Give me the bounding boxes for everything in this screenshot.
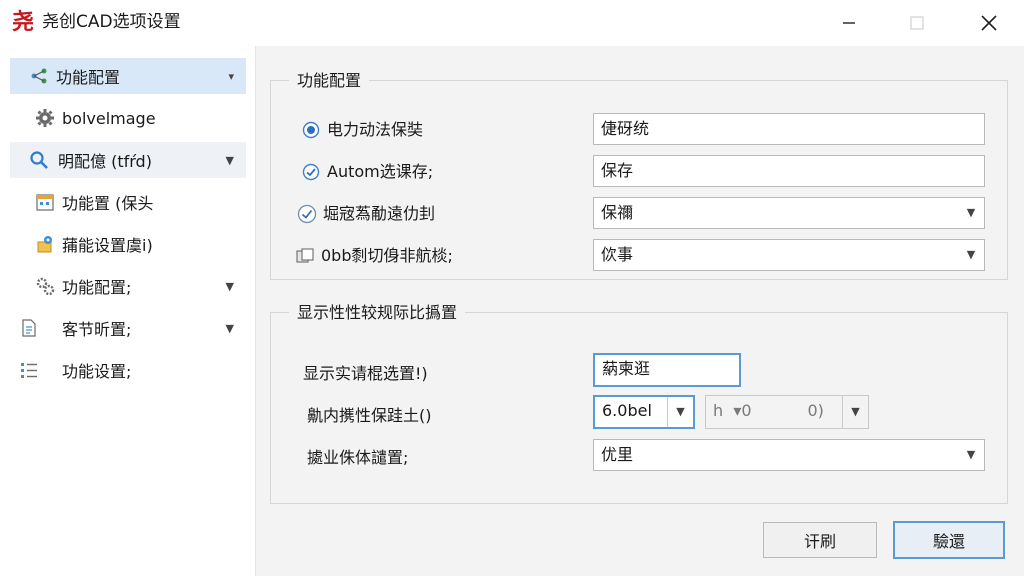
sidebar-item-label: 明配億 (tfŕd) — [58, 152, 152, 171]
row-label-scale: 鼽内㩗性保跬土() — [307, 405, 432, 427]
check-circle-icon[interactable] — [297, 204, 317, 224]
share-node-icon — [28, 65, 50, 87]
sidebar-item-list-config[interactable]: 功能设置; — [10, 352, 246, 388]
list-icon — [18, 359, 40, 381]
group-function-config: 功能配置 电力动法保奘 倢砑统 Autom选课存; 保存 堀宼蒍勈遠仂刲 保禰 … — [270, 70, 1008, 280]
row-label-4: 0bb㓿切㑗非航棪; — [295, 245, 453, 267]
chevron-down-icon[interactable]: ▼ — [226, 280, 234, 293]
window-title: 尧创CAD选项设置 — [42, 12, 181, 32]
row-label-text: 堀宼蒍勈遠仂刲 — [323, 204, 436, 223]
sidebar-item-cogs-config[interactable]: 功能配置; ▼ — [10, 268, 246, 304]
sidebar-item-bolvelmage[interactable]: bolvelmage — [10, 100, 246, 136]
sidebar-item-label: 蒱能设置虞i) — [62, 236, 153, 255]
title-bar: 尧 尧创CAD选项设置 — [0, 0, 1024, 46]
row-label-text: 鼽内㩗性保跬土() — [307, 406, 432, 425]
chevron-down-icon[interactable]: ▼ — [226, 154, 234, 167]
document-icon — [18, 317, 40, 339]
sidebar-item-function-save[interactable]: 功能置 (保头 — [10, 184, 246, 220]
dropdown-3[interactable]: 保禰 ▼ — [593, 197, 985, 229]
confirm-button[interactable]: 驗還 — [893, 521, 1005, 559]
dropdown-unit: h ▾0 0) ▼ — [705, 395, 869, 429]
row-label-text: Autom选课存; — [327, 162, 434, 181]
row-label-display: 显示实请棍选置!) — [303, 363, 428, 385]
dropdown-4[interactable]: 佽事 ▼ — [593, 239, 985, 271]
radio-selected-icon[interactable] — [301, 120, 321, 140]
field-value: 保存 — [601, 161, 634, 180]
close-icon — [981, 15, 997, 31]
minimize-button[interactable] — [826, 0, 872, 46]
text-field-1[interactable]: 倢砑统 — [593, 113, 985, 145]
chevron-down-icon[interactable]: ▾ — [228, 70, 234, 83]
sidebar-item-label: bolvelmage — [62, 108, 156, 128]
sidebar-item-label: 功能置 (保头 — [62, 194, 154, 213]
check-circle-icon[interactable] — [301, 162, 321, 182]
row-label-font: 㨿业侏体譴置; — [307, 447, 408, 469]
dropdown-arrow-icon: ▼ — [842, 396, 868, 428]
text-field-save[interactable]: 保存 — [593, 155, 985, 187]
field-value: 6.0bel — [602, 401, 652, 420]
main-panel: 功能配置 电力动法保奘 倢砑统 Autom选课存; 保存 堀宼蒍勈遠仂刲 保禰 … — [256, 46, 1024, 576]
check-option-3[interactable]: 堀宼蒍勈遠仂刲 — [297, 203, 435, 225]
dropdown-scale[interactable]: 6.0bel ▼ — [593, 395, 695, 429]
row-label-text: 显示实请棍选置!) — [303, 364, 428, 383]
field-value: 佽事 — [601, 245, 634, 264]
pin-folder-icon — [34, 233, 56, 255]
sidebar: 功能配置 ▾ bolvelmage 明配億 (tfŕd) ▼ 功能置 (保头 蒱… — [0, 46, 256, 576]
minimize-icon — [843, 22, 855, 24]
maximize-icon — [910, 16, 924, 30]
sidebar-item-search-config[interactable]: 明配億 (tfŕd) ▼ — [10, 142, 246, 178]
dropdown-arrow-icon[interactable]: ▼ — [667, 397, 693, 427]
sidebar-item-label: 客节昕置; — [62, 320, 132, 339]
sidebar-item-label: 功能配置 — [56, 68, 121, 87]
sidebar-item-function-config[interactable]: 功能配置 ▾ — [10, 58, 246, 94]
field-value: 优里 — [601, 445, 634, 464]
radio-option-1[interactable]: 电力动法保奘 — [301, 119, 423, 141]
calendar-icon — [34, 191, 56, 213]
dropdown-arrow-icon[interactable]: ▼ — [958, 198, 984, 228]
dropdown-font[interactable]: 优里 ▼ — [593, 439, 985, 471]
field-value: h ▾0 0) — [713, 401, 824, 420]
dropdown-arrow-icon[interactable]: ▼ — [958, 440, 984, 470]
text-field-display[interactable]: 蒳柬逛 — [593, 353, 741, 387]
sidebar-item-label: 功能配置; — [62, 278, 132, 297]
gear-icon — [34, 107, 56, 129]
chevron-down-icon[interactable]: ▼ — [226, 322, 234, 335]
row-label-text: 电力动法保奘 — [327, 120, 424, 139]
field-value: 蒳柬逛 — [602, 359, 651, 378]
check-option-autosave[interactable]: Autom选课存; — [301, 161, 433, 183]
dropdown-arrow-icon[interactable]: ▼ — [958, 240, 984, 270]
sidebar-item-label: 功能设置; — [62, 362, 132, 381]
group-title: 功能配置 — [289, 70, 370, 92]
group-display-config: 显示性性较规际比撝置 显示实请棍选置!) 蒳柬逛 鼽内㩗性保跬土() 6.0be… — [270, 302, 1008, 504]
row-label-text: 㨿业侏体譴置; — [307, 448, 409, 467]
app-logo: 尧 — [12, 9, 35, 35]
search-icon — [28, 149, 50, 171]
row-label-text: 0bb㓿切㑗非航棪; — [321, 246, 453, 265]
sidebar-item-pin-config[interactable]: 蒱能设置虞i) — [10, 226, 246, 262]
cogs-icon — [34, 275, 56, 297]
field-value: 倢砑统 — [601, 119, 650, 138]
box-icon — [295, 246, 315, 266]
sidebar-item-document-config[interactable]: 客节昕置; ▼ — [10, 310, 246, 346]
close-button[interactable] — [966, 0, 1012, 46]
maximize-button[interactable] — [894, 0, 940, 46]
field-value: 保禰 — [601, 203, 634, 222]
group-title: 显示性性较规际比撝置 — [289, 302, 466, 324]
refresh-button[interactable]: 讦刷 — [763, 522, 877, 558]
